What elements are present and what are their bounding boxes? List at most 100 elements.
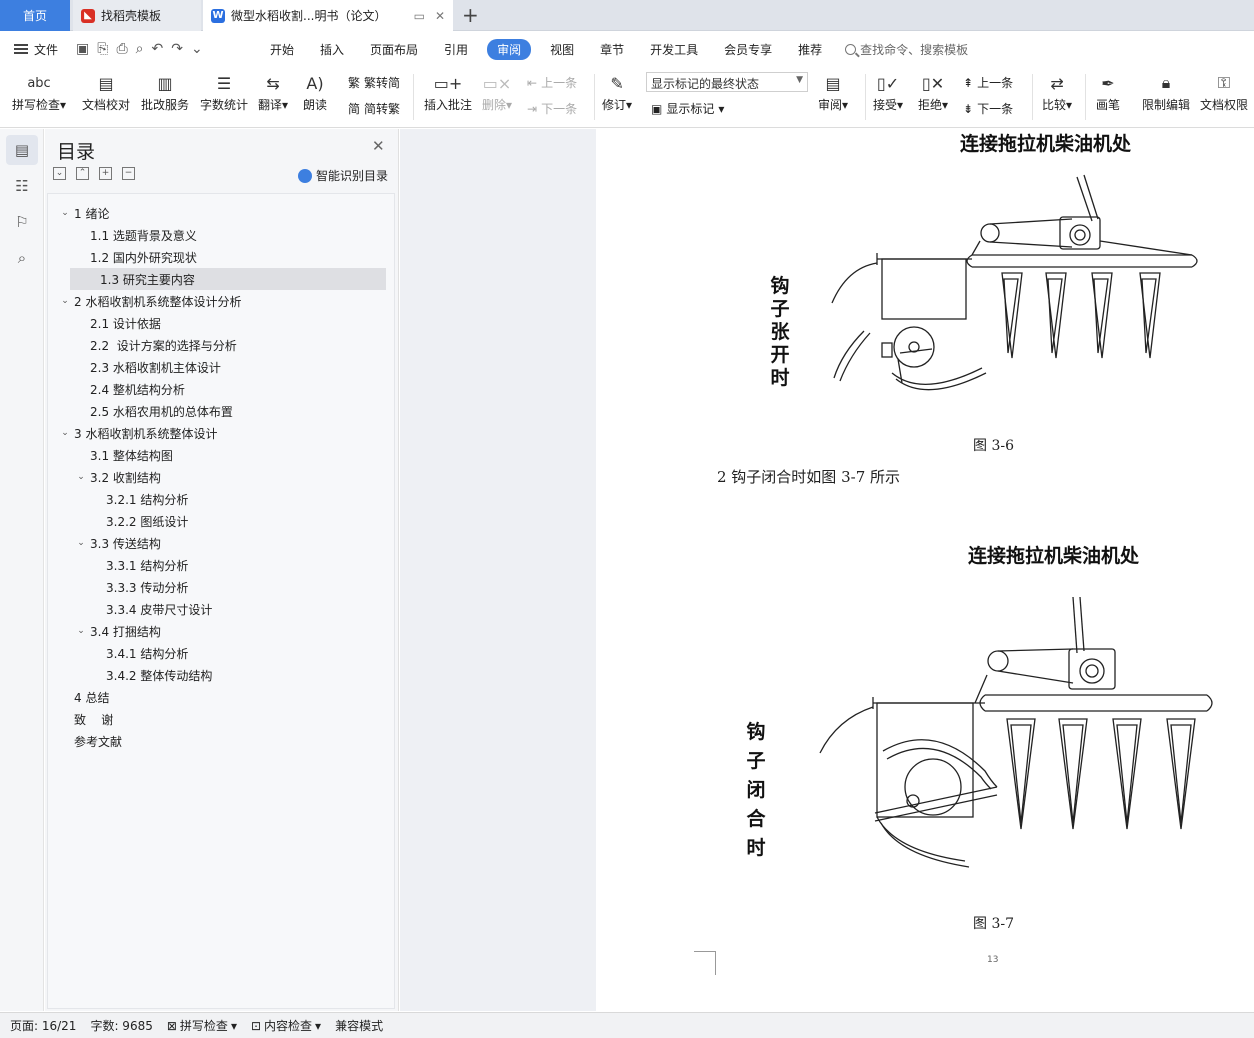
menu-chapter[interactable]: 章节 [587,41,637,58]
document-permission-icon: ⚿ [1217,73,1231,92]
simp-to-trad-button[interactable]: 简简转繁 [348,100,400,117]
status-content-check[interactable]: ⊡ 内容检查 ▾ [251,1017,321,1034]
spell-check-button[interactable]: abc 拼写检查▾ [12,70,66,113]
menu-review[interactable]: 审阅 [487,38,532,60]
menu-insert[interactable]: 插入 [307,41,357,58]
toc-item[interactable]: ⌄ 3.4 打捆结构 [74,620,161,642]
translate-button[interactable]: ⇆ 翻译▾ [258,70,288,113]
toc-item[interactable]: 3.3.3 传动分析 [90,576,188,598]
bookmark-icon[interactable]: ⚐ [6,207,38,237]
toc-item[interactable]: ⌄ 1 绪论 [58,202,109,224]
read-aloud-button[interactable]: A) 朗读 [303,70,327,113]
toc-item[interactable]: 3.3.4 皮带尺寸设计 [90,598,212,620]
search-icon[interactable]: ⌕ [6,243,38,273]
customize-chevron-icon[interactable]: ⌄ [191,41,203,57]
reject-button[interactable]: ▯✕ 拒绝▾ [918,70,948,113]
toc-item[interactable]: ⌄ 3.3 传送结构 [74,532,161,554]
chevron-down-icon[interactable]: ⌄ [58,296,72,306]
next-comment-button[interactable]: ⇥ 下一条 [527,100,577,117]
track-changes-button[interactable]: ✎ 修订▾ [602,70,632,113]
print-icon[interactable]: ⎙ [116,41,127,57]
chevron-down-icon[interactable]: ⌄ [74,538,88,548]
toc-item[interactable]: ⌄ 3.2 收割结构 [74,466,161,488]
toc-item[interactable]: 2.4 整机结构分析 [74,378,185,400]
menu-view[interactable]: 视图 [537,41,587,58]
next-change-button[interactable]: ⇟ 下一条 [963,100,1013,117]
toc-item[interactable]: 3.2.2 图纸设计 [90,510,188,532]
toc-item[interactable]: 1.1 选题背景及意义 [74,224,197,246]
document-permission-button[interactable]: ⚿ 文档权限 [1200,70,1248,113]
compare-button[interactable]: ⇄ 比较▾ [1042,70,1072,113]
toc-item[interactable]: 3.2.1 结构分析 [90,488,188,510]
restrict-editing-button[interactable]: 🔒︎ 限制编辑 [1142,70,1190,113]
file-menu-button[interactable]: 文件 [0,41,72,58]
toc-item[interactable]: 1.3 研究主要内容 [70,268,386,290]
menu-member[interactable]: 会员专享 [711,41,785,58]
toc-item[interactable]: 2.3 水稻收割机主体设计 [74,356,221,378]
toc-item[interactable]: 2.5 水稻农用机的总体布置 [74,400,233,422]
review-pane-button[interactable]: ▤ 审阅▾ [818,70,848,113]
chevron-down-icon[interactable]: ⌄ [74,626,88,636]
markup-state-select[interactable]: 显示标记的最终状态 ▼ [646,72,808,92]
chevron-down-icon[interactable]: ⌄ [58,428,72,438]
redo-icon[interactable]: ↷ [171,41,183,57]
chevron-down-icon[interactable]: ⌄ [58,208,72,218]
word-count-indicator[interactable]: 字数: 9685 [90,1017,152,1034]
tab-template-label: 找稻壳模板 [101,9,162,23]
chapter-nav-icon[interactable]: ☷ [6,171,38,201]
menu-references[interactable]: 引用 [431,41,481,58]
remove-heading-icon[interactable]: − [122,167,135,180]
insert-comment-button[interactable]: ▭+ 插入批注 [424,70,472,113]
toc-item[interactable]: 2.1 设计依据 [74,312,161,334]
collapse-all-icon[interactable]: ⌄ [53,167,66,180]
close-tab-icon[interactable]: ✕ [435,9,445,23]
toc-item[interactable]: 3.1 整体结构图 [74,444,173,466]
comment-delete-icon: ▭× [482,73,512,93]
trad-to-simp-button[interactable]: 繁繁转简 [348,74,400,91]
smart-toc-button[interactable]: 智能识别目录 [298,167,388,184]
status-spell-check[interactable]: ⊠ 拼写检查 ▾ [167,1017,237,1034]
add-heading-icon[interactable]: + [99,167,112,180]
menu-page-layout[interactable]: 页面布局 [357,41,431,58]
tab-home[interactable]: 首页 [0,0,70,31]
toc-item[interactable]: 致 谢 [58,708,113,730]
page-indicator[interactable]: 页面: 16/21 [10,1017,76,1034]
toc-item[interactable]: 2.2 设计方案的选择与分析 [74,334,237,356]
command-search[interactable]: 查找命令、搜索模板 [845,41,968,58]
toc-item[interactable]: 1.2 国内外研究现状 [74,246,197,268]
toc-item[interactable]: 参考文献 [58,730,122,752]
print-preview-icon[interactable]: ⌕ [136,41,144,57]
new-tab-button[interactable]: + [462,4,479,26]
show-markup-button[interactable]: ▣ 显示标记 ▾ [651,100,724,117]
toc-item[interactable]: 4 总结 [58,686,109,708]
window-restore-icon[interactable]: ▭ [414,9,425,23]
chevron-down-icon[interactable]: ⌄ [74,472,88,482]
toc-item[interactable]: ⌄ 2 水稻收割机系统整体设计分析 [58,290,241,312]
toc-item[interactable]: 3.3.1 结构分析 [90,554,188,576]
document-page[interactable]: 连接拖拉机柴油机处 钩 子 张 开 时 图 3-6 2 钩子闭合时如图 3-7 … [597,129,1254,1011]
navigation-icon-strip: ▤ ☷ ⚐ ⌕ [0,129,44,1011]
export-pdf-icon[interactable]: ⎘ [97,41,108,57]
accept-button[interactable]: ▯✓ 接受▾ [873,70,903,113]
proofread-button[interactable]: ▤ 文档校对 [82,70,130,113]
menu-start[interactable]: 开始 [257,41,307,58]
word-count-button[interactable]: ☰ 字数统计 [200,70,248,113]
undo-icon[interactable]: ↶ [151,41,163,57]
menu-recommend[interactable]: 推荐 [785,41,835,58]
title-tab-bar: 首页 ◣ 找稻壳模板 W 微型水稻收割...明书（论文） ▭ ✕ + [0,0,1254,31]
tab-document[interactable]: W 微型水稻收割...明书（论文） ▭ ✕ [203,0,453,31]
pen-button[interactable]: ✒ 画笔 [1096,70,1120,113]
toc-item[interactable]: 3.4.1 结构分析 [90,642,188,664]
close-icon[interactable]: ✕ [372,137,385,155]
prev-change-button[interactable]: ⇞ 上一条 [963,74,1013,91]
save-icon[interactable]: ▣ [76,41,89,57]
tab-template[interactable]: ◣ 找稻壳模板 [73,0,201,31]
correction-service-button[interactable]: ▥ 批改服务 [141,70,189,113]
delete-comment-button[interactable]: ▭× 删除▾ [482,70,512,113]
expand-up-icon[interactable]: ⌃ [76,167,89,180]
toc-item[interactable]: ⌄ 3 水稻收割机系统整体设计 [58,422,217,444]
toc-item[interactable]: 3.4.2 整体传动结构 [90,664,212,686]
toc-view-icon[interactable]: ▤ [6,135,38,165]
prev-comment-button[interactable]: ⇤ 上一条 [527,74,577,91]
menu-developer[interactable]: 开发工具 [637,41,711,58]
